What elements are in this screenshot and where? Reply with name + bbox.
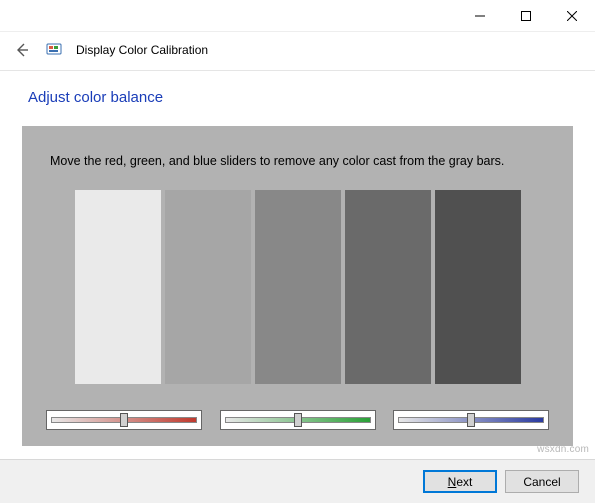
window-titlebar — [0, 0, 595, 32]
gray-bar-1 — [75, 190, 161, 384]
sliders-row — [44, 410, 551, 430]
wizard-header: Display Color Calibration — [0, 32, 595, 68]
maximize-icon — [521, 11, 531, 21]
gray-bars-row — [44, 190, 551, 384]
red-slider-thumb[interactable] — [120, 413, 128, 427]
red-slider-track — [51, 417, 197, 423]
blue-slider[interactable] — [393, 410, 549, 430]
gray-bar-4 — [345, 190, 431, 384]
window-title: Display Color Calibration — [76, 43, 208, 57]
next-button[interactable]: Next — [423, 470, 497, 493]
gray-bar-2 — [165, 190, 251, 384]
red-slider[interactable] — [46, 410, 202, 430]
green-slider-track — [225, 417, 371, 423]
blue-slider-track — [398, 417, 544, 423]
minimize-icon — [475, 11, 485, 21]
green-slider-thumb[interactable] — [294, 413, 302, 427]
instruction-text: Move the red, green, and blue sliders to… — [44, 154, 551, 168]
back-button[interactable] — [12, 40, 32, 60]
minimize-button[interactable] — [457, 0, 503, 31]
page-heading: Adjust color balance — [22, 89, 573, 106]
calibration-panel: Move the red, green, and blue sliders to… — [22, 126, 573, 446]
app-icon — [46, 42, 62, 58]
close-icon — [567, 11, 577, 21]
cancel-button[interactable]: Cancel — [505, 470, 579, 493]
close-button[interactable] — [549, 0, 595, 31]
watermark-text: wsxdn.com — [537, 444, 589, 455]
maximize-button[interactable] — [503, 0, 549, 31]
gray-bar-3 — [255, 190, 341, 384]
gray-bar-5 — [435, 190, 521, 384]
green-slider[interactable] — [220, 410, 376, 430]
back-arrow-icon — [14, 42, 30, 58]
next-label-rest: ext — [456, 475, 472, 489]
wizard-footer: Next Cancel — [0, 459, 595, 503]
content-area: Adjust color balance Move the red, green… — [0, 71, 595, 446]
blue-slider-thumb[interactable] — [467, 413, 475, 427]
